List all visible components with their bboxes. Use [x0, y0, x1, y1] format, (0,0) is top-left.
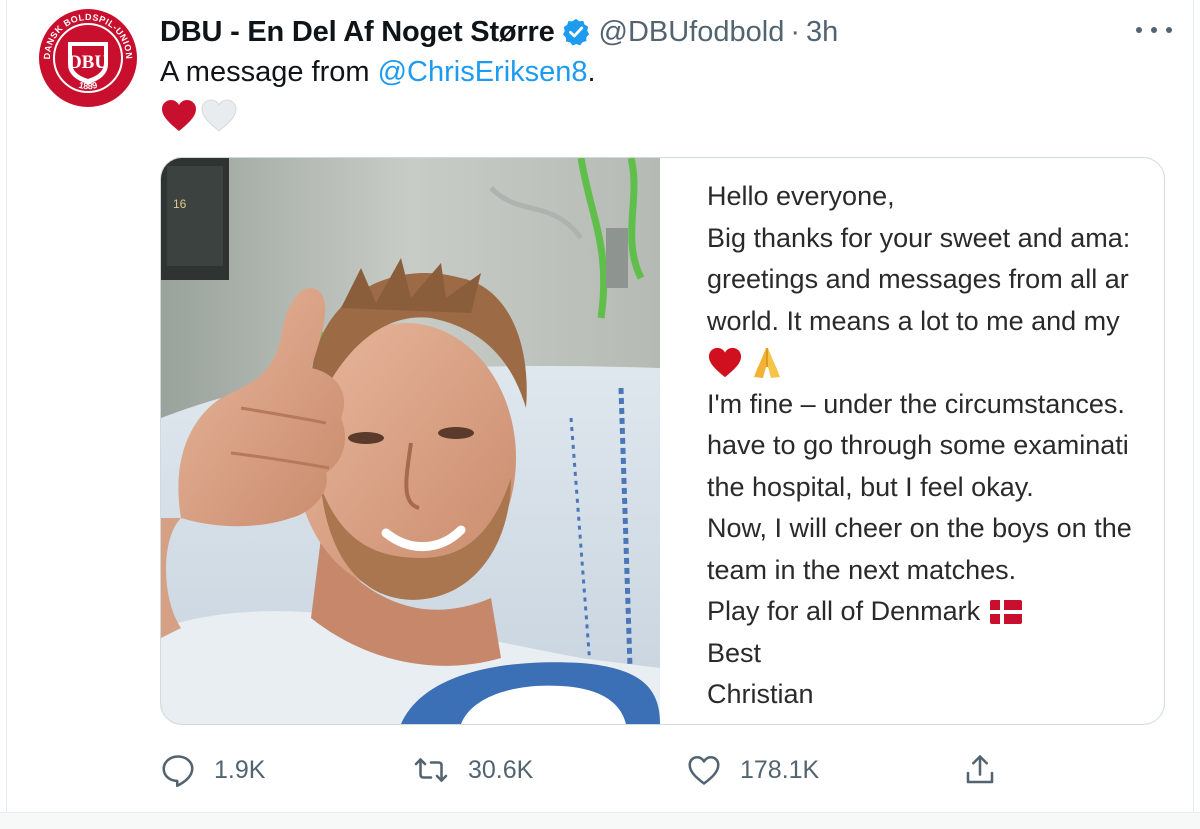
letter-line: Hello everyone,	[707, 181, 895, 211]
retweet-count: 30.6K	[468, 755, 534, 784]
letter-line: have to go through some examinati	[707, 430, 1129, 460]
bottom-divider	[0, 812, 1200, 829]
photo-thumbs-up-hospital[interactable]: 16	[161, 158, 660, 724]
letter-line: I'm fine – under the circumstances.	[707, 388, 1125, 419]
right-border	[1193, 0, 1194, 829]
denmark-flag-icon	[990, 599, 1023, 624]
tweet-header: DBU - En Del Af Noget Større @DBUfodbold…	[160, 12, 1160, 52]
svg-text:1889: 1889	[78, 80, 99, 91]
logo-ring-text-bottom: 1889	[78, 80, 99, 91]
reply-icon	[162, 755, 194, 788]
reply-button[interactable]: 1.9K	[160, 748, 265, 792]
retweet-icon	[414, 758, 448, 782]
media-card[interactable]: 16 Hello everyone, Big thanks for your s…	[160, 157, 1165, 725]
share-icon	[966, 755, 994, 784]
left-border	[6, 0, 7, 829]
action-bar: 1.9K 30.6K 178.1K	[160, 748, 1060, 792]
letter-emoji-row	[707, 342, 1164, 384]
red-heart-icon	[162, 100, 196, 131]
avatar[interactable]: DBU DANSK BOLDSPIL-UNION 1889	[38, 8, 138, 108]
letter-line: greetings and messages from all ar	[707, 264, 1129, 294]
mention-link[interactable]: @ChrisEriksen8	[378, 56, 588, 88]
svg-text:16: 16	[173, 197, 187, 211]
handle[interactable]: @DBUfodbold	[599, 16, 785, 49]
letter-line: team in the next matches.	[707, 554, 1017, 585]
letter-line: Best	[707, 637, 762, 668]
letter-line: Now, I will cheer on the boys on the	[707, 513, 1132, 543]
retweet-button[interactable]: 30.6K	[412, 748, 533, 792]
tweet-text: A message from @ChrisEriksen8.	[160, 56, 596, 89]
timestamp[interactable]: 3h	[806, 16, 838, 49]
verified-badge-icon	[561, 17, 591, 47]
letter-line: the hospital, but I feel okay.	[707, 471, 1034, 502]
tweet-text-prefix: A message from	[160, 56, 378, 88]
tweet-page: DBU DANSK BOLDSPIL-UNION 1889 DBU - En D…	[0, 0, 1200, 829]
letter-flag-row: Play for all of Denmark	[707, 591, 1164, 633]
like-button[interactable]: 178.1K	[686, 748, 819, 792]
like-count: 178.1K	[740, 755, 820, 784]
letter-line: Play for all of Denmark	[707, 596, 981, 626]
tweet-text-suffix: .	[587, 56, 596, 88]
letter-line: Big thanks for your sweet and ama:	[707, 222, 1131, 253]
separator-dot: ·	[790, 15, 800, 48]
display-name[interactable]: DBU - En Del Af Noget Større	[160, 16, 555, 49]
white-heart-icon	[201, 99, 237, 132]
letter-line: world. It means a lot to me and my	[707, 305, 1120, 336]
dbu-logo: DBU DANSK BOLDSPIL-UNION 1889	[39, 9, 137, 107]
red-heart-icon	[708, 347, 742, 377]
folded-hands-icon	[754, 347, 780, 378]
tweet-emojis	[160, 96, 238, 136]
share-button[interactable]	[962, 748, 998, 792]
like-icon	[688, 755, 720, 785]
letter-line: Christian	[707, 679, 814, 709]
more-horizontal-icon[interactable]	[1136, 18, 1172, 42]
logo-monogram: DBU	[68, 52, 108, 73]
letter-text: Hello everyone, Big thanks for your swee…	[707, 176, 1164, 724]
reply-count: 1.9K	[214, 755, 266, 784]
